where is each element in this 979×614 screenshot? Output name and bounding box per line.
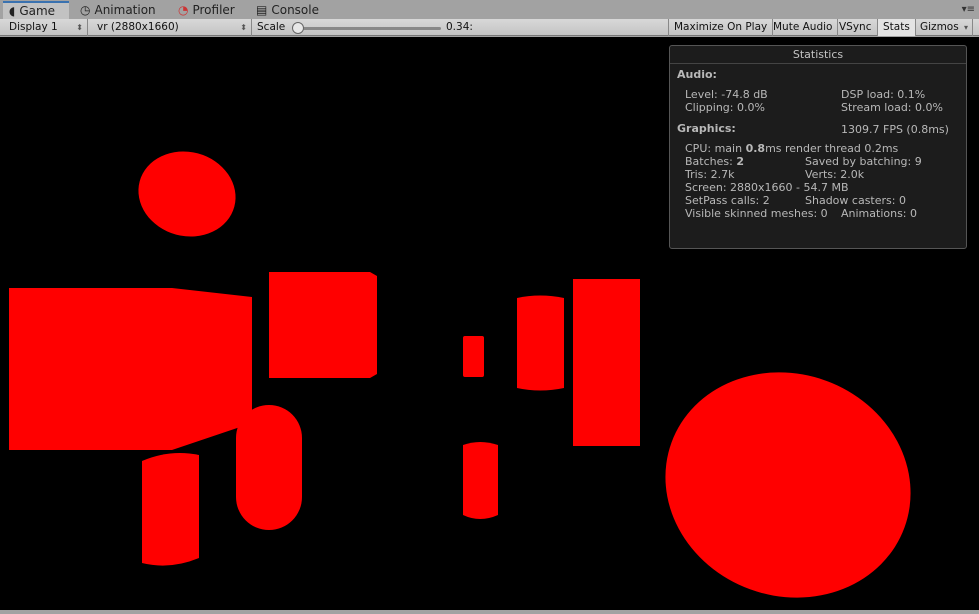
saved-by-batching: Saved by batching: 9 [805, 155, 922, 168]
gizmos-button[interactable]: Gizmos ▾ [915, 19, 973, 36]
resolution-value: vr (2880x1660) [97, 21, 179, 33]
visible-skinned-meshes: Visible skinned meshes: 0 [685, 207, 828, 220]
batches-value: 2 [736, 155, 744, 168]
verts: Verts: 2.0k [805, 168, 865, 181]
scale-slider[interactable] [293, 27, 441, 30]
display-value: Display 1 [9, 21, 58, 33]
tris: Tris: 2.7k [685, 168, 735, 181]
resolution-dropdown[interactable]: vr (2880x1660) ⬍ [92, 19, 252, 36]
vsync-button[interactable]: VSync [834, 19, 878, 36]
cube-object [269, 272, 377, 378]
audio-heading: Audio: [677, 68, 717, 81]
cylinder-object [142, 453, 199, 566]
clipping: Clipping: 0.0% [685, 101, 765, 114]
tab-game[interactable]: ◖ Game [3, 1, 69, 19]
stats-button[interactable]: Stats [878, 19, 916, 36]
scale-value: 0.34: [446, 21, 473, 33]
animations: Animations: 0 [841, 207, 918, 220]
stream-load: Stream load: 0.0% [841, 101, 943, 114]
shadow-casters: Shadow casters: 0 [805, 194, 906, 207]
prism-object [9, 288, 252, 450]
cpu-suffix: ms render thread 0.2ms [765, 142, 899, 155]
tab-profiler[interactable]: ◔ Profiler [172, 2, 241, 19]
screen-info: Screen: 2880x1660 - 54.7 MB [685, 181, 849, 194]
clock-icon: ◷ [80, 3, 91, 17]
batches: Batches: 2 [685, 155, 744, 168]
fps: 1309.7 FPS (0.8ms) [841, 123, 949, 136]
bottom-border [0, 610, 979, 614]
tab-label: Game [19, 3, 56, 18]
scale-label: Scale [257, 21, 286, 33]
stopwatch-icon: ◔ [178, 3, 189, 17]
dropdown-arrow-icon: ▾ [963, 23, 968, 32]
tab-animation[interactable]: ◷ Animation [74, 2, 162, 19]
statistics-title: Statistics [670, 46, 966, 64]
display-dropdown[interactable]: Display 1 ⬍ [4, 19, 88, 36]
updown-arrows-icon: ⬍ [240, 23, 247, 32]
cylinder-object [517, 295, 564, 391]
audio-level: Level: -74.8 dB [685, 88, 768, 101]
setpass-calls: SetPass calls: 2 [685, 194, 770, 207]
small-box-object [463, 336, 484, 377]
graphics-heading: Graphics: [677, 122, 736, 135]
dsp-load: DSP load: 0.1% [841, 88, 926, 101]
gizmos-label: Gizmos [920, 21, 959, 33]
capsule-object [236, 405, 302, 530]
panel-menu-icon[interactable]: ▾≡ [962, 4, 975, 15]
document-icon: ▤ [256, 3, 268, 17]
tall-box-object [573, 279, 640, 446]
maximize-on-play-button[interactable]: Maximize On Play [668, 19, 774, 36]
tab-label: Animation [94, 3, 156, 17]
scale-slider-thumb[interactable] [291, 22, 304, 34]
batches-prefix: Batches: [685, 155, 737, 168]
statistics-panel: Statistics Audio: Level: -74.8 dB DSP lo… [669, 45, 967, 249]
game-toolbar: Display 1 ⬍ vr (2880x1660) ⬍ Scale 0.34: M… [0, 19, 979, 36]
cpu-main: 0.8 [745, 142, 766, 155]
cpu-stats: CPU: main 0.8ms render thread 0.2ms [685, 142, 898, 155]
cpu-prefix: CPU: main [685, 142, 746, 155]
mute-audio-button[interactable]: Mute Audio [768, 19, 839, 36]
large-sphere-object [665, 372, 911, 598]
tab-console[interactable]: ▤ Console [250, 2, 325, 19]
tab-label: Profiler [192, 3, 235, 17]
updown-arrows-icon: ⬍ [76, 23, 83, 32]
pacman-icon: ◖ [9, 3, 16, 18]
tab-label: Console [271, 3, 319, 17]
sphere-object [138, 151, 236, 237]
tab-bar: ◖ Game ◷ Animation ◔ Profiler ▤ Console ▾≡ [0, 0, 979, 19]
cylinder-object [463, 442, 498, 519]
